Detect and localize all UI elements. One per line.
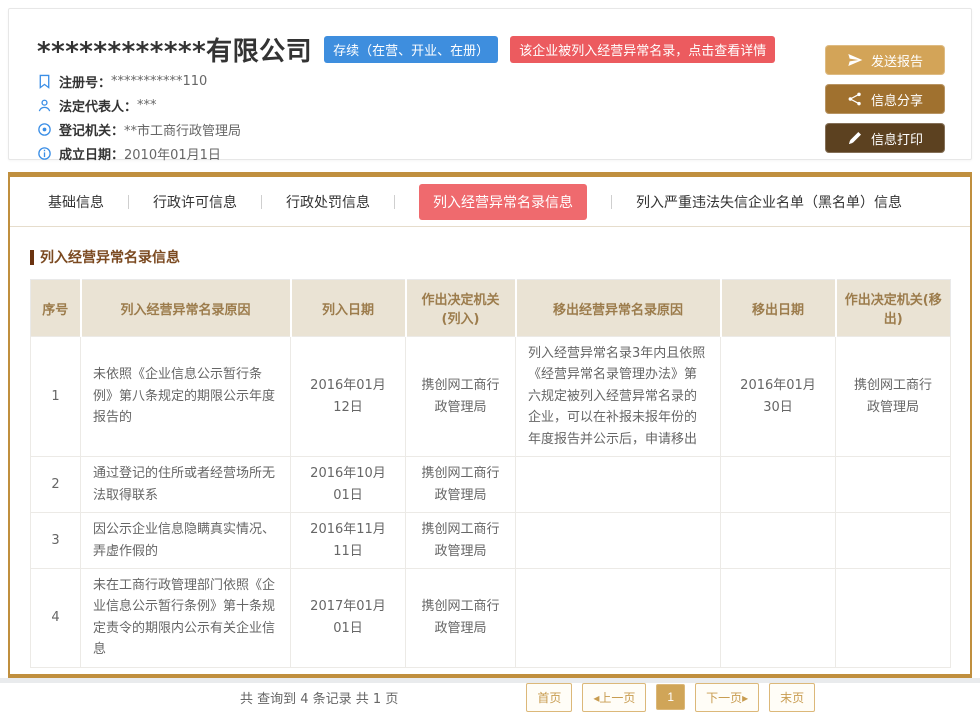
- cell-seq: 4: [31, 568, 81, 667]
- cell-list-date: 2016年11月11日: [291, 513, 406, 569]
- section-bullet: [30, 250, 34, 265]
- cell-remove-reason: 列入经营异常名录3年内且依照《经营异常名录管理办法》第六规定被列入经营异常名录的…: [516, 337, 721, 457]
- abnormal-records-table: 序号 列入经营异常名录原因 列入日期 作出决定机关(列入) 移出经营异常名录原因…: [30, 279, 951, 668]
- cell-seq: 2: [31, 457, 81, 513]
- cell-remove-date: [721, 568, 836, 667]
- cell-list-authority: 携创网工商行政管理局: [406, 513, 516, 569]
- section-header: 列入经营异常名录信息: [30, 247, 970, 267]
- share-info-label: 信息分享: [871, 90, 923, 109]
- cell-remove-date: [721, 457, 836, 513]
- cell-remove-authority: [836, 513, 951, 569]
- tab-abnormal-list[interactable]: 列入经营异常名录信息: [419, 184, 587, 220]
- info-label: 注册号：: [59, 72, 111, 91]
- section-title: 列入经营异常名录信息: [40, 247, 180, 267]
- col-remove-date: 移出日期: [721, 280, 836, 337]
- info-value: ***: [137, 98, 157, 113]
- col-list-reason: 列入经营异常名录原因: [81, 280, 291, 337]
- info-row-founded: 成立日期： 2010年01月1日: [37, 141, 241, 165]
- company-info-list: 注册号： ***********110 法定代表人： *** 登记机关： **市…: [37, 69, 241, 165]
- info-row-legal-rep: 法定代表人： ***: [37, 93, 241, 117]
- share-info-button[interactable]: 信息分享: [825, 84, 945, 114]
- tab-basic-info[interactable]: 基础信息: [24, 192, 128, 212]
- print-info-button[interactable]: 信息打印: [825, 123, 945, 153]
- cell-list-date: 2016年01月12日: [291, 337, 406, 457]
- certificate-icon: [37, 74, 52, 89]
- cell-list-reason: 因公示企业信息隐瞒真实情况、弄虚作假的: [81, 513, 291, 569]
- last-page-button[interactable]: 末页: [769, 683, 815, 712]
- cell-remove-authority: 携创网工商行政管理局: [836, 337, 951, 457]
- cell-list-date: 2017年01月01日: [291, 568, 406, 667]
- page-buttons: 首页 ◂上一页 1 下一页▸ 末页: [526, 683, 815, 712]
- cell-remove-reason: [516, 457, 721, 513]
- tab-blacklist[interactable]: 列入严重违法失信企业名单（黑名单）信息: [612, 192, 926, 212]
- send-report-button[interactable]: 发送报告: [825, 45, 945, 75]
- action-buttons: 发送报告 信息分享 信息打印: [825, 45, 945, 153]
- tab-admin-penalty[interactable]: 行政处罚信息: [262, 192, 394, 212]
- cell-list-reason: 未在工商行政管理部门依照《企业信息公示暂行条例》第十条规定责令的期限内公示有关企…: [81, 568, 291, 667]
- tab-bar: 基础信息 行政许可信息 行政处罚信息 列入经营异常名录信息 列入严重违法失信企业…: [10, 177, 970, 227]
- cell-list-reason: 通过登记的住所或者经营场所无法取得联系: [81, 457, 291, 513]
- location-icon: [37, 122, 52, 137]
- cell-remove-reason: [516, 568, 721, 667]
- cell-remove-authority: [836, 457, 951, 513]
- print-info-label: 信息打印: [871, 129, 923, 148]
- cell-list-reason: 未依照《企业信息公示暂行条例》第八条规定的期限公示年度报告的: [81, 337, 291, 457]
- company-name: ************有限公司: [37, 31, 312, 68]
- table-header-row: 序号 列入经营异常名录原因 列入日期 作出决定机关(列入) 移出经营异常名录原因…: [31, 280, 951, 337]
- first-page-button[interactable]: 首页: [526, 683, 572, 712]
- person-icon: [37, 98, 52, 113]
- col-remove-authority: 作出决定机关(移出): [836, 280, 951, 337]
- info-value: ***********110: [111, 74, 207, 89]
- info-row-registry: 登记机关： **市工商行政管理局: [37, 117, 241, 141]
- cell-list-authority: 携创网工商行政管理局: [406, 568, 516, 667]
- company-summary-card: ************有限公司 存续（在营、开业、在册） 该企业被列入经营异常…: [8, 8, 972, 160]
- abnormal-alert-badge[interactable]: 该企业被列入经营异常名录，点击查看详情: [510, 36, 775, 63]
- col-remove-reason: 移出经营异常名录原因: [516, 280, 721, 337]
- detail-card: 基础信息 行政许可信息 行政处罚信息 列入经营异常名录信息 列入严重违法失信企业…: [8, 172, 972, 678]
- cell-list-authority: 携创网工商行政管理局: [406, 457, 516, 513]
- status-badge: 存续（在营、开业、在册）: [324, 36, 498, 63]
- cell-remove-authority: [836, 568, 951, 667]
- table-row: 3 因公示企业信息隐瞒真实情况、弄虚作假的 2016年11月11日 携创网工商行…: [31, 513, 951, 569]
- cell-remove-reason: [516, 513, 721, 569]
- print-icon: [847, 130, 863, 146]
- info-label: 登记机关：: [59, 120, 124, 139]
- tab-divider: [394, 195, 395, 209]
- cell-seq: 3: [31, 513, 81, 569]
- cell-list-authority: 携创网工商行政管理局: [406, 337, 516, 457]
- info-label: 法定代表人：: [59, 96, 137, 115]
- cell-remove-date: 2016年01月30日: [721, 337, 836, 457]
- table-row: 2 通过登记的住所或者经营场所无法取得联系 2016年10月01日 携创网工商行…: [31, 457, 951, 513]
- col-list-authority: 作出决定机关(列入): [406, 280, 516, 337]
- next-page-button[interactable]: 下一页▸: [695, 683, 759, 712]
- current-page-button[interactable]: 1: [656, 684, 685, 710]
- share-icon: [847, 91, 863, 107]
- send-report-label: 发送报告: [871, 51, 923, 70]
- table-row: 4 未在工商行政管理部门依照《企业信息公示暂行条例》第十条规定责令的期限内公示有…: [31, 568, 951, 667]
- table-row: 1 未依照《企业信息公示暂行条例》第八条规定的期限公示年度报告的 2016年01…: [31, 337, 951, 457]
- info-icon: [37, 146, 52, 161]
- info-label: 成立日期：: [59, 144, 124, 163]
- company-title-row: ************有限公司 存续（在营、开业、在册） 该企业被列入经营异常…: [37, 31, 775, 68]
- send-icon: [847, 52, 863, 68]
- col-seq: 序号: [31, 280, 81, 337]
- tab-admin-license[interactable]: 行政许可信息: [129, 192, 261, 212]
- prev-page-button[interactable]: ◂上一页: [582, 683, 646, 712]
- col-list-date: 列入日期: [291, 280, 406, 337]
- pagination: 共 查询到 4 条记录 共 1 页 首页 ◂上一页 1 下一页▸ 末页: [10, 683, 970, 712]
- info-value: **市工商行政管理局: [124, 120, 241, 139]
- page-bottom-background: [0, 678, 980, 683]
- info-value: 2010年01月1日: [124, 144, 221, 163]
- cell-list-date: 2016年10月01日: [291, 457, 406, 513]
- record-count-summary: 共 查询到 4 条记录 共 1 页: [240, 688, 398, 707]
- info-row-regno: 注册号： ***********110: [37, 69, 241, 93]
- cell-remove-date: [721, 513, 836, 569]
- cell-seq: 1: [31, 337, 81, 457]
